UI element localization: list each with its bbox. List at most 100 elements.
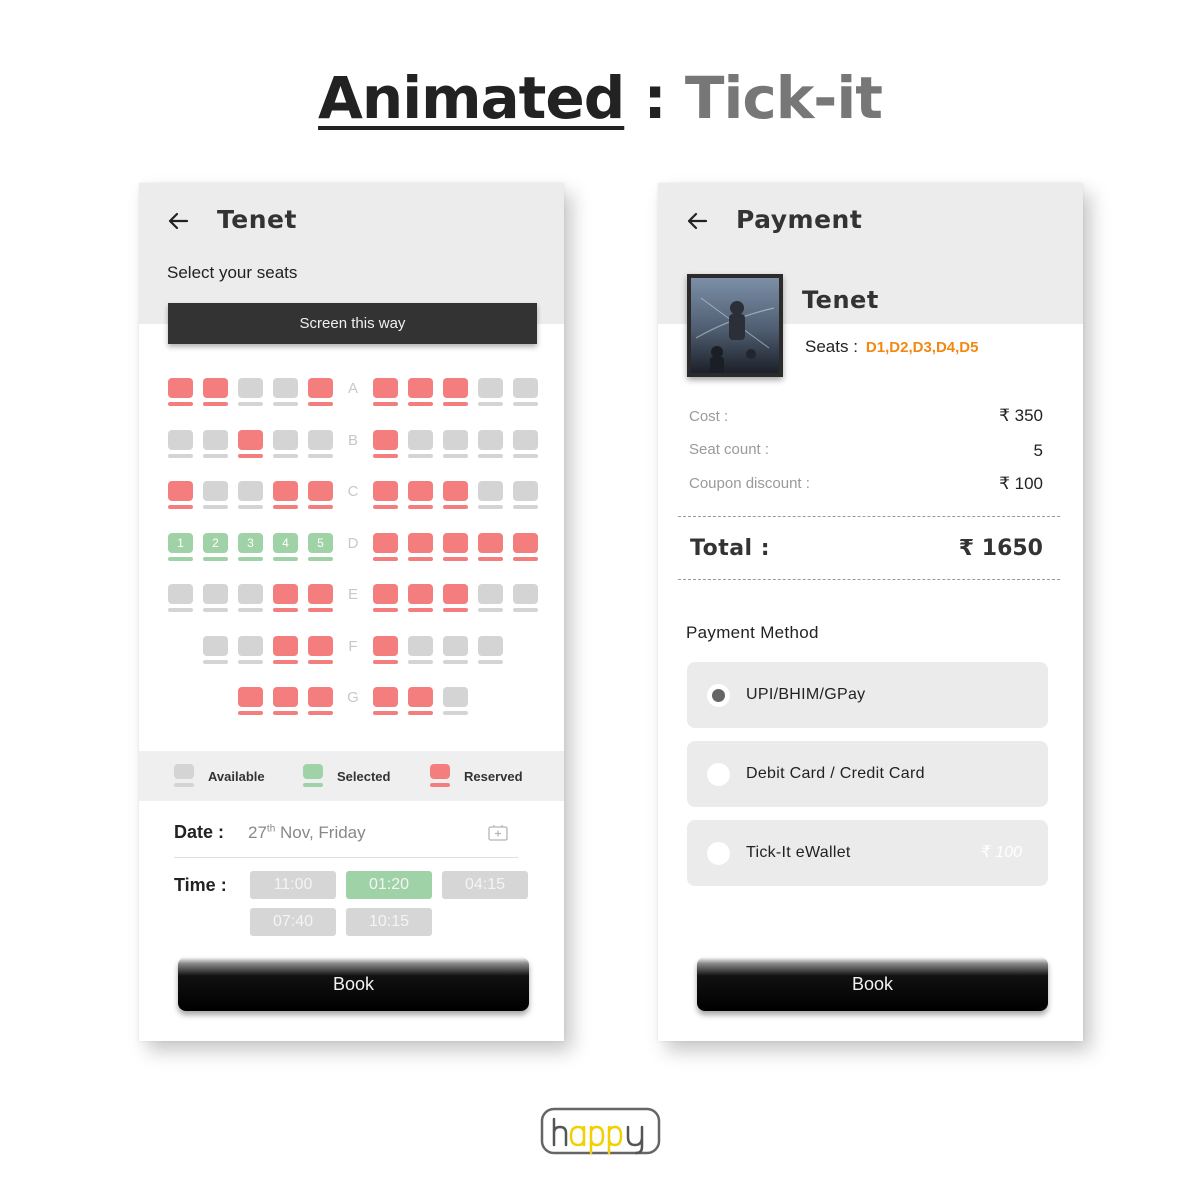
seat-D-left-4[interactable]: 4 (273, 533, 298, 561)
arrow-left-icon[interactable] (685, 209, 709, 233)
seat-cushion (513, 584, 538, 604)
seat-E-right-5[interactable] (513, 584, 538, 612)
date-value[interactable]: 27th Nov, Friday (248, 823, 366, 843)
seat-C-left-2[interactable] (203, 481, 228, 509)
seat-A-right-5[interactable] (513, 378, 538, 406)
seat-E-right-4[interactable] (478, 584, 503, 612)
seat-C-left-3[interactable] (238, 481, 263, 509)
payment-method-title: Payment Method (686, 623, 819, 642)
seat-base (373, 711, 398, 715)
payment-option-card[interactable]: Debit Card / Credit Card (687, 741, 1048, 807)
seat-D-right-4 (478, 533, 503, 561)
seat-B-right-2[interactable] (408, 430, 433, 458)
seat-base (308, 711, 333, 715)
seat-B-left-4[interactable] (273, 430, 298, 458)
seat-base (373, 557, 398, 561)
seat-C-right-4[interactable] (478, 481, 503, 509)
book-button[interactable]: Book (178, 957, 529, 1011)
seat-cushion: 4 (273, 533, 298, 553)
row-letter-B: B (347, 432, 358, 449)
seat-base (443, 557, 468, 561)
time-chip-1015[interactable]: 10:15 (346, 908, 432, 936)
seat-base (443, 505, 468, 509)
seat-base (478, 608, 503, 612)
seat-F-left-4 (273, 636, 298, 664)
seat-F-right-2[interactable] (408, 636, 433, 664)
seat-cushion (478, 533, 503, 553)
time-label: Time : (174, 875, 227, 895)
row-letter-E: E (347, 586, 358, 603)
seat-base (513, 402, 538, 406)
row-letter-C: C (347, 483, 359, 500)
seat-cushion (443, 636, 468, 656)
seat-base (168, 402, 193, 406)
seat-base (203, 608, 228, 612)
seat-C-right-5[interactable] (513, 481, 538, 509)
radio-button[interactable] (707, 763, 730, 786)
seat-legend: Available Selected Reserved (139, 751, 564, 801)
seat-G-right-3[interactable] (443, 687, 468, 715)
calendar-plus-icon[interactable] (488, 824, 508, 841)
seat-B-left-1[interactable] (168, 430, 193, 458)
legend-reserved-swatch (430, 764, 450, 788)
seat-base (238, 711, 263, 715)
seat-cushion (203, 378, 228, 398)
seat-cushion (408, 533, 433, 553)
seat-B-left-5[interactable] (308, 430, 333, 458)
seat-cushion (443, 533, 468, 553)
radio-button-selected[interactable] (707, 684, 730, 707)
date-divider (174, 857, 518, 858)
seat-base (308, 454, 333, 458)
seat-cushion (478, 481, 503, 501)
seat-D-left-1[interactable]: 1 (168, 533, 193, 561)
seat-base (308, 505, 333, 509)
seat-A-left-2 (203, 378, 228, 406)
time-chip-0120[interactable]: 01:20 (346, 871, 432, 899)
seat-F-right-4[interactable] (478, 636, 503, 664)
seat-F-right-3[interactable] (443, 636, 468, 664)
seat-E-left-2[interactable] (203, 584, 228, 612)
seat-cushion (273, 430, 298, 450)
seat-F-left-2[interactable] (203, 636, 228, 664)
time-chip-0740[interactable]: 07:40 (250, 908, 336, 936)
seat-B-left-2[interactable] (203, 430, 228, 458)
seat-base (273, 505, 298, 509)
seat-base (203, 557, 228, 561)
seat-G-right-2 (408, 687, 433, 715)
seat-C-left-1 (168, 481, 193, 509)
seat-B-right-5[interactable] (513, 430, 538, 458)
seat-cushion (373, 687, 398, 707)
seat-cushion (443, 378, 468, 398)
seat-B-right-4[interactable] (478, 430, 503, 458)
arrow-left-icon[interactable] (166, 209, 190, 233)
seat-base (373, 660, 398, 664)
seat-base (408, 454, 433, 458)
book-button[interactable]: Book (697, 957, 1048, 1011)
seat-base (273, 608, 298, 612)
seat-cushion (168, 378, 193, 398)
seat-A-left-4[interactable] (273, 378, 298, 406)
movie-poster (687, 274, 783, 377)
payment-option-ewallet[interactable]: Tick-It eWallet ₹ 100 (687, 820, 1048, 886)
seat-A-left-3[interactable] (238, 378, 263, 406)
seat-E-left-1[interactable] (168, 584, 193, 612)
radio-button[interactable] (707, 842, 730, 865)
seat-cushion (238, 687, 263, 707)
time-chip-0415[interactable]: 04:15 (442, 871, 528, 899)
seat-B-right-3[interactable] (443, 430, 468, 458)
seat-D-left-3[interactable]: 3 (238, 533, 263, 561)
seat-cushion (478, 430, 503, 450)
cost-label: Cost : (689, 408, 729, 425)
seat-base (273, 557, 298, 561)
payment-option-upi[interactable]: UPI/BHIM/GPay (687, 662, 1048, 728)
seat-base (408, 505, 433, 509)
seat-base (203, 454, 228, 458)
seat-E-left-3[interactable] (238, 584, 263, 612)
seat-F-left-3[interactable] (238, 636, 263, 664)
seat-D-left-5[interactable]: 5 (308, 533, 333, 561)
seat-A-right-4[interactable] (478, 378, 503, 406)
time-chip-1100[interactable]: 11:00 (250, 871, 336, 899)
seat-D-left-2[interactable]: 2 (203, 533, 228, 561)
row-letter-G: G (347, 689, 359, 706)
seat-A-left-1 (168, 378, 193, 406)
